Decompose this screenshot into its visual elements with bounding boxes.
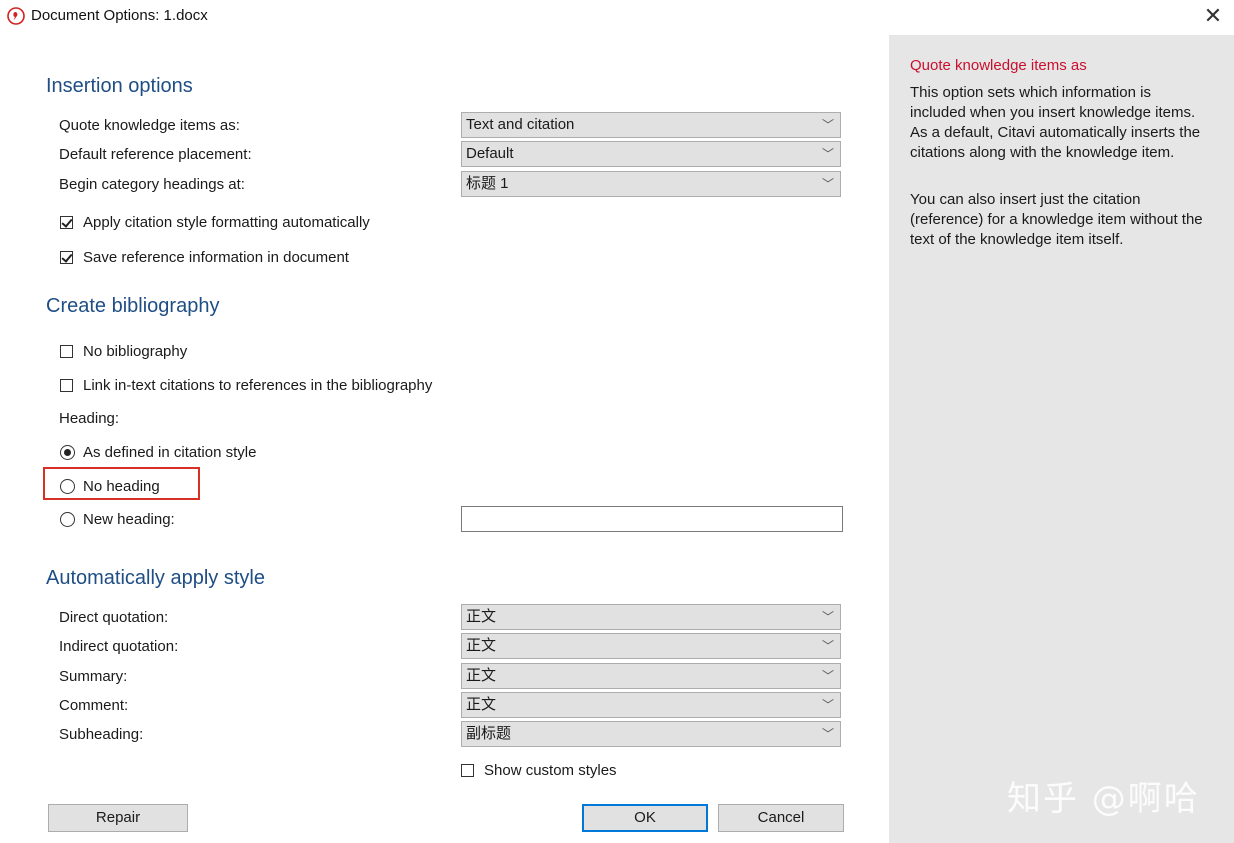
category-headings-label: Begin category headings at: [59,176,245,193]
close-button[interactable]: ✕ [1198,0,1228,32]
category-headings-value: 标题 1 [466,175,509,192]
chevron-down-icon: ﹀ [821,669,834,683]
help-title: Quote knowledge items as [910,57,1087,74]
category-headings-select[interactable]: 标题 1 ﹀ [461,171,841,197]
checkbox-unchecked-icon [60,345,73,358]
cancel-button[interactable]: Cancel [718,804,844,832]
chevron-down-icon: ﹀ [821,698,834,712]
help-paragraph-2: You can also insert just the citation (r… [910,191,1203,248]
chevron-down-icon: ﹀ [821,610,834,624]
summary-select[interactable]: 正文 ﹀ [461,663,841,689]
direct-quotation-value: 正文 [466,608,497,625]
chevron-down-icon: ﹀ [821,118,834,132]
help-panel: Quote knowledge items as This option set… [889,35,1234,843]
indirect-quotation-select[interactable]: 正文 ﹀ [461,633,841,659]
ok-button[interactable]: OK [582,804,708,832]
chevron-down-icon: ﹀ [821,727,834,741]
citavi-app-icon [7,7,25,25]
auto-apply-style-heading: Automatically apply style [46,567,265,589]
insertion-options-heading: Insertion options [46,75,193,97]
indirect-quotation-value: 正文 [466,637,497,654]
checkbox-unchecked-icon [60,379,73,392]
annotation-highlight-box [43,467,200,500]
reference-placement-value: Default [466,145,514,162]
apply-formatting-label: Apply citation style formatting automati… [83,214,370,231]
quote-knowledge-select[interactable]: Text and citation ﹀ [461,112,841,138]
link-citations-label: Link in-text citations to references in … [83,377,433,394]
summary-label: Summary: [59,668,128,685]
chevron-down-icon: ﹀ [821,639,834,653]
watermark: 知乎 @啊哈 [1007,779,1200,819]
checkbox-checked-icon [60,251,73,264]
subheading-value: 副标题 [466,725,512,742]
close-icon: ✕ [1203,3,1223,28]
quote-knowledge-label: Quote knowledge items as: [59,117,240,134]
quote-knowledge-value: Text and citation [466,116,575,133]
help-paragraph-1: This option sets which information is in… [910,84,1201,161]
new-heading-input[interactable] [461,506,843,532]
comment-select[interactable]: 正文 ﹀ [461,692,841,718]
subheading-select[interactable]: 副标题 ﹀ [461,721,841,747]
chevron-down-icon: ﹀ [821,177,834,191]
radio-unselected-icon [60,512,75,527]
direct-quotation-label: Direct quotation: [59,609,169,626]
show-custom-styles-label: Show custom styles [484,762,617,779]
checkbox-unchecked-icon [461,764,474,777]
no-bibliography-label: No bibliography [83,343,188,360]
indirect-quotation-label: Indirect quotation: [59,638,179,655]
heading-label: Heading: [59,410,120,427]
summary-value: 正文 [466,667,497,684]
chevron-down-icon: ﹀ [821,147,834,161]
new-heading-label: New heading: [83,511,175,528]
radio-selected-icon [60,445,75,460]
reference-placement-select[interactable]: Default ﹀ [461,141,841,167]
comment-label: Comment: [59,697,129,714]
save-reference-label: Save reference information in document [83,249,349,266]
title-bar: Document Options: 1.docx ✕ [0,0,1234,34]
checkbox-checked-icon [60,216,73,229]
create-bibliography-heading: Create bibliography [46,295,220,317]
repair-button[interactable]: Repair [48,804,188,832]
window-title: Document Options: 1.docx [31,7,208,24]
comment-value: 正文 [466,696,497,713]
reference-placement-label: Default reference placement: [59,146,252,163]
as-defined-label: As defined in citation style [83,444,257,461]
direct-quotation-select[interactable]: 正文 ﹀ [461,604,841,630]
subheading-label: Subheading: [59,726,144,743]
